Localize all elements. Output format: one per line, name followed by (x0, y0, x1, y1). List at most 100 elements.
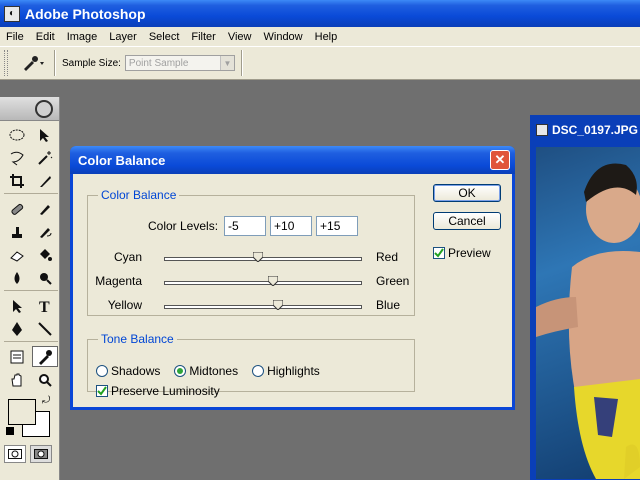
app-title: Adobe Photoshop (25, 5, 146, 22)
blue-label: Blue (376, 298, 401, 312)
yellow-blue-slider-track[interactable] (164, 305, 362, 309)
line-tool-icon[interactable] (32, 318, 58, 339)
menu-view[interactable]: View (222, 31, 258, 43)
color-swatches: ⤾ (4, 395, 55, 439)
preserve-luminosity-checkbox[interactable] (96, 385, 108, 397)
quick-mask-mode-icon[interactable] (30, 445, 52, 463)
shadows-radio[interactable] (96, 365, 108, 377)
document-window: DSC_0197.JPG (530, 115, 640, 480)
yellow-blue-slider-thumb[interactable] (272, 300, 283, 310)
sample-size-label: Sample Size: (62, 57, 121, 69)
menu-layer[interactable]: Layer (103, 31, 143, 43)
document-title: DSC_0197.JPG (551, 123, 638, 137)
menu-bar: File Edit Image Layer Select Filter View… (0, 27, 640, 46)
chevron-down-icon[interactable]: ▼ (219, 56, 234, 70)
document-icon (536, 124, 548, 136)
app-titlebar: ◐ Adobe Photoshop (0, 0, 640, 27)
dialog-title: Color Balance (78, 152, 166, 168)
toolbox: T ⤾ (0, 97, 60, 480)
eraser-tool-icon[interactable] (4, 244, 30, 265)
red-label: Red (376, 250, 399, 264)
magenta-green-slider-row: Magenta Green (88, 272, 418, 292)
yellow-blue-slider-row: Yellow Blue (88, 296, 418, 316)
type-tool-icon[interactable]: T (32, 295, 58, 316)
sample-size-select[interactable]: Point Sample ▼ (124, 55, 235, 71)
photoshop-logo-icon: ◐ (4, 5, 20, 22)
crop-tool-icon[interactable] (4, 170, 30, 191)
highlights-label: Highlights (267, 364, 320, 378)
cyan-red-level-input[interactable]: -5 (224, 216, 267, 236)
brush-tool-icon[interactable] (32, 198, 58, 219)
menu-window[interactable]: Window (258, 31, 309, 43)
magenta-label: Magenta (95, 274, 142, 288)
path-selection-tool-icon[interactable] (4, 295, 30, 316)
history-brush-tool-icon[interactable] (32, 221, 58, 242)
preview-label: Preview (448, 246, 491, 260)
cancel-button[interactable]: Cancel (433, 212, 501, 230)
lasso-tool-icon[interactable] (4, 147, 30, 168)
eyedropper-preset-icon[interactable] (18, 50, 48, 76)
color-balance-legend: Color Balance (101, 188, 177, 202)
move-tool-icon[interactable] (32, 124, 58, 145)
highlights-option[interactable]: Highlights (252, 364, 320, 378)
midtones-label: Midtones (189, 364, 239, 378)
preview-option[interactable]: Preview (433, 246, 491, 260)
shadows-label: Shadows (111, 364, 161, 378)
healing-brush-tool-icon[interactable] (4, 198, 30, 219)
options-bar: Sample Size: Point Sample ▼ (0, 46, 640, 80)
swap-colors-icon[interactable]: ⤾ (42, 395, 50, 406)
standard-mode-icon[interactable] (4, 445, 26, 463)
preview-checkbox[interactable] (433, 247, 445, 259)
menu-edit[interactable]: Edit (30, 31, 61, 43)
preserve-luminosity-label: Preserve Luminosity (111, 384, 220, 398)
magenta-green-slider-track[interactable] (164, 281, 362, 285)
marquee-tool-icon[interactable] (4, 124, 30, 145)
blur-tool-icon[interactable] (4, 267, 30, 288)
midtones-radio[interactable] (174, 365, 187, 377)
options-separator (54, 50, 56, 76)
foreground-color-swatch[interactable] (8, 399, 36, 425)
magenta-green-slider-thumb[interactable] (267, 276, 278, 286)
zoom-tool-icon[interactable] (32, 369, 58, 390)
green-label: Green (376, 274, 410, 288)
highlights-radio[interactable] (252, 365, 265, 377)
dialog-titlebar[interactable]: Color Balance (70, 146, 515, 174)
tone-balance-group: Tone Balance Shadows Midtones Highlights… (87, 332, 415, 398)
dodge-tool-icon[interactable] (32, 267, 58, 288)
default-colors-icon[interactable] (6, 427, 14, 435)
clone-stamp-tool-icon[interactable] (4, 221, 30, 242)
menu-file[interactable]: File (0, 31, 30, 43)
cyan-label: Cyan (113, 250, 142, 264)
svg-text:T: T (39, 299, 50, 314)
dialog-body: Color Balance Color Levels: -5 +10 +15 C… (73, 174, 512, 407)
toolbox-header[interactable] (0, 97, 59, 121)
shadows-option[interactable]: Shadows (96, 364, 160, 378)
eye-logo-icon (35, 99, 53, 118)
magic-wand-tool-icon[interactable] (32, 147, 58, 168)
cyan-red-slider-thumb[interactable] (253, 252, 264, 262)
eyedropper-tool-icon[interactable] (32, 346, 58, 367)
document-titlebar[interactable]: DSC_0197.JPG (532, 117, 638, 143)
yellow-blue-level-input[interactable]: +15 (316, 216, 359, 236)
midtones-option[interactable]: Midtones (174, 364, 238, 378)
notes-tool-icon[interactable] (4, 346, 30, 367)
menu-filter[interactable]: Filter (185, 31, 221, 43)
document-image[interactable] (536, 147, 640, 479)
preserve-luminosity-option[interactable]: Preserve Luminosity (96, 384, 220, 398)
color-balance-dialog: Color Balance ✕ Color Balance Color Leve… (70, 146, 515, 410)
yellow-label: Yellow (107, 298, 142, 312)
menu-image[interactable]: Image (61, 31, 104, 43)
magenta-green-level-input[interactable]: +10 (270, 216, 313, 236)
ok-button[interactable]: OK (433, 184, 501, 202)
options-separator (240, 50, 243, 76)
options-grip[interactable] (4, 50, 8, 76)
menu-select[interactable]: Select (143, 31, 186, 43)
hand-tool-icon[interactable] (4, 369, 30, 390)
slice-tool-icon[interactable] (32, 170, 58, 191)
pen-tool-icon[interactable] (4, 318, 30, 339)
menu-help[interactable]: Help (309, 31, 344, 43)
paint-bucket-tool-icon[interactable] (32, 244, 58, 265)
close-icon[interactable]: ✕ (490, 150, 510, 170)
color-balance-group: Color Balance Color Levels: -5 +10 +15 C… (87, 188, 415, 316)
cyan-red-slider-row: Cyan Red (88, 248, 418, 268)
